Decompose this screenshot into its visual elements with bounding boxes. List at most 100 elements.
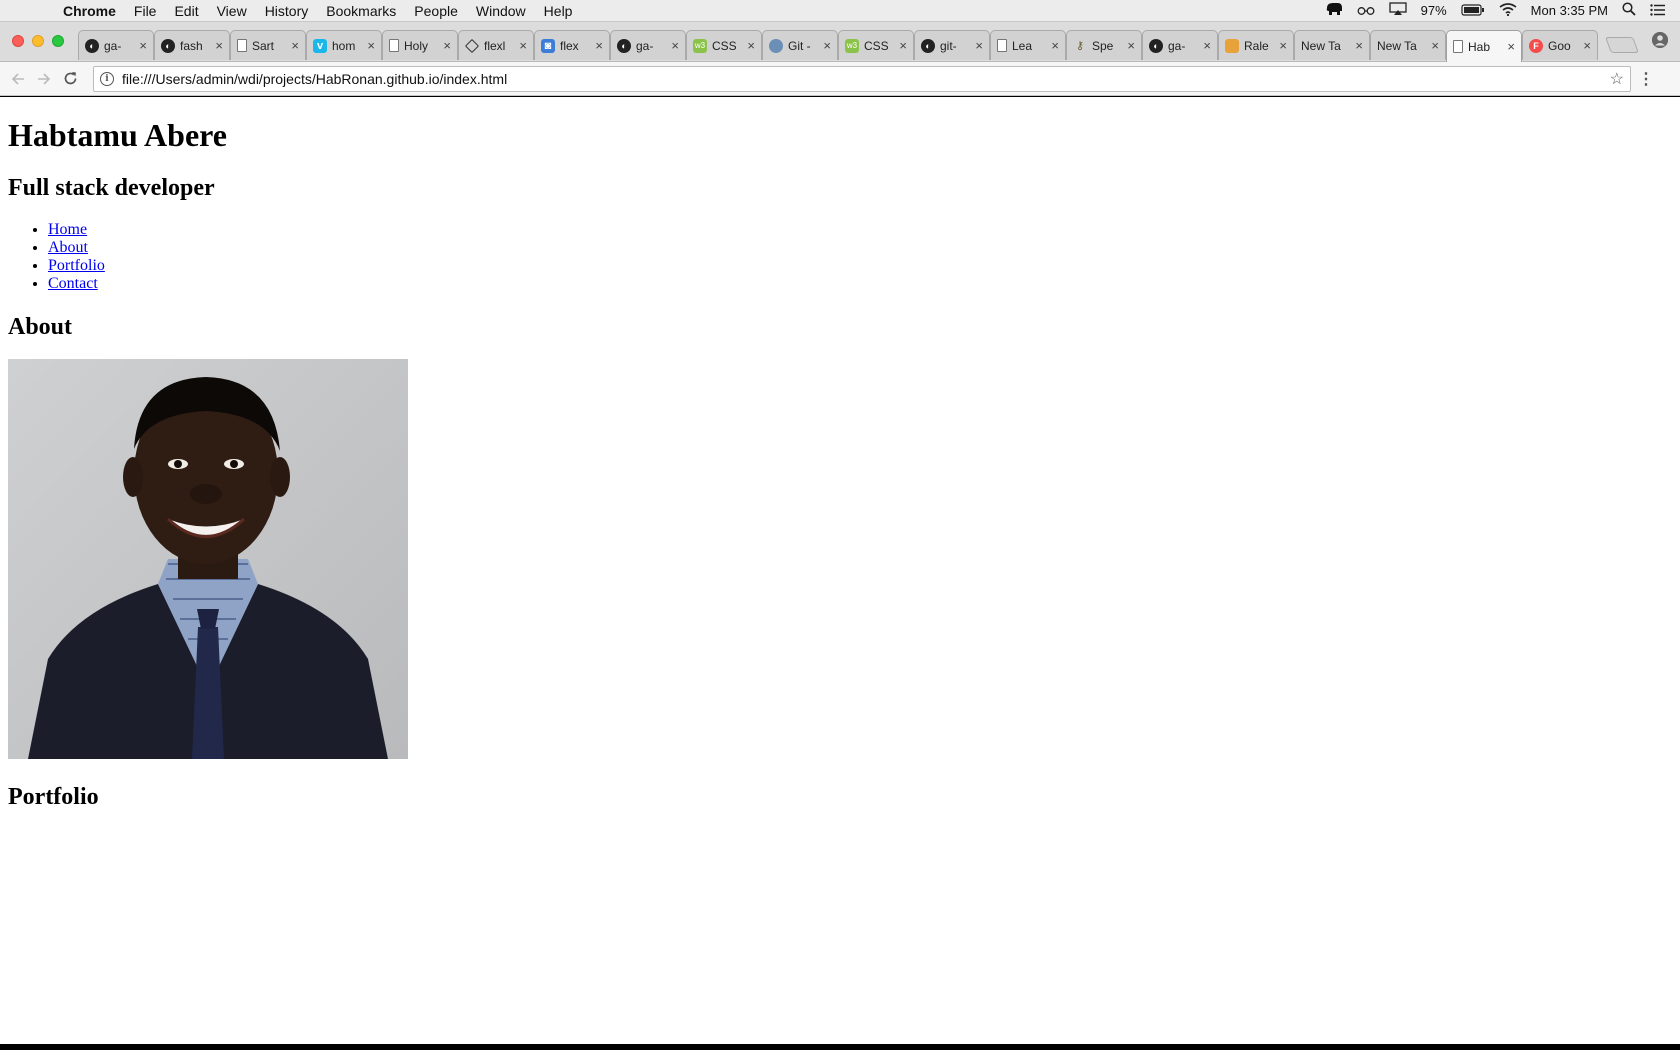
browser-tab[interactable]: Sart × (230, 30, 306, 60)
address-bar-url[interactable]: file:///Users/admin/wdi/projects/HabRona… (122, 71, 1610, 87)
about-heading: About (8, 314, 73, 340)
new-tab-button[interactable] (1605, 37, 1639, 53)
tab-title: Spe (1092, 38, 1114, 53)
github-icon: ◐ (85, 38, 99, 53)
tab-title: flex (560, 38, 579, 53)
menu-bookmarks[interactable]: Bookmarks (317, 0, 405, 22)
page-title: Habtamu Abere (8, 117, 227, 153)
tab-close-icon[interactable]: × (899, 38, 907, 53)
tab-title: New Ta (1377, 38, 1417, 53)
github-icon: ◐ (1149, 38, 1163, 53)
browser-tab[interactable]: New Ta × (1370, 30, 1446, 60)
macos-menu-bar: Chrome File Edit View History Bookmarks … (0, 0, 1680, 22)
browser-tab[interactable]: flexl × (458, 30, 534, 60)
browser-tab[interactable]: New Ta × (1294, 30, 1370, 60)
nav-link-contact[interactable]: Contact (48, 275, 98, 292)
menu-help[interactable]: Help (535, 0, 582, 22)
tab-close-icon[interactable]: × (291, 38, 299, 53)
menu-window[interactable]: Window (467, 0, 535, 22)
airplay-icon[interactable] (1388, 2, 1407, 19)
vimeo-icon: v (313, 38, 327, 53)
menu-view[interactable]: View (208, 0, 256, 22)
browser-tab[interactable]: Holy × (382, 30, 458, 60)
address-bar[interactable]: i file:///Users/admin/wdi/projects/HabRo… (93, 65, 1631, 92)
nav-link-portfolio[interactable]: Portfolio (48, 257, 105, 274)
nav-link-home[interactable]: Home (48, 221, 87, 238)
tab-close-icon[interactable]: × (1279, 38, 1287, 53)
w3c-icon: w3 (693, 38, 707, 53)
browser-tab[interactable]: ◐ ga- × (610, 30, 686, 60)
profile-photo (8, 359, 408, 759)
tab-close-icon[interactable]: × (671, 38, 679, 53)
wifi-icon[interactable] (1499, 2, 1517, 19)
tab-close-icon[interactable]: × (443, 38, 451, 53)
tab-close-icon[interactable]: × (975, 38, 983, 53)
browser-tab[interactable]: ◐ fash × (154, 30, 230, 60)
tab-close-icon[interactable]: × (1127, 38, 1135, 53)
tab-close-icon[interactable]: × (1355, 38, 1363, 53)
page-viewport: Habtamu Abere Full stack developer Home … (0, 97, 1680, 1044)
tab-close-icon[interactable]: × (519, 38, 527, 53)
tab-close-icon[interactable]: × (1051, 38, 1059, 53)
tab-close-icon[interactable]: × (1507, 39, 1515, 54)
codepen-icon (464, 38, 480, 53)
minimize-window-button[interactable] (32, 35, 44, 47)
browser-toolbar: i file:///Users/admin/wdi/projects/HabRo… (0, 62, 1680, 96)
menu-file[interactable]: File (125, 0, 166, 22)
forward-arrow-icon[interactable] (31, 66, 57, 92)
tab-close-icon[interactable]: × (215, 38, 223, 53)
back-arrow-icon[interactable] (5, 66, 31, 92)
browser-tab[interactable]: ⚷ Spe × (1066, 30, 1142, 60)
browser-tab[interactable]: Git - × (762, 30, 838, 60)
browser-tab[interactable]: F Goo × (1522, 30, 1598, 60)
chrome-menu-icon[interactable]: ⋮ (1631, 69, 1661, 89)
github-icon: ◐ (921, 38, 935, 53)
browser-tab[interactable]: ◐ git- × (914, 30, 990, 60)
key-icon: ⚷ (1075, 40, 1085, 52)
nav-link-about[interactable]: About (48, 239, 88, 256)
site-info-icon[interactable]: i (100, 71, 114, 86)
spotlight-search-icon[interactable] (1622, 2, 1636, 19)
bookmark-star-icon[interactable]: ☆ (1610, 69, 1624, 89)
tab-close-icon[interactable]: × (595, 38, 603, 53)
browser-tab[interactable]: w3 CSS × (686, 30, 762, 60)
menu-edit[interactable]: Edit (165, 0, 207, 22)
tab-title: Rale (1244, 38, 1269, 53)
tab-close-icon[interactable]: × (1431, 38, 1439, 53)
browser-tab[interactable]: ◐ ga- × (1142, 30, 1218, 60)
browser-tab[interactable]: ◐ ga- × (78, 30, 154, 60)
browser-tab[interactable]: Lea × (990, 30, 1066, 60)
tab-close-icon[interactable]: × (367, 38, 375, 53)
close-window-button[interactable] (12, 35, 24, 47)
database-icon (769, 38, 783, 53)
reload-icon[interactable] (57, 66, 83, 92)
fullscreen-window-button[interactable] (52, 35, 64, 47)
evernote-elephant-icon[interactable] (1325, 2, 1343, 19)
menu-history[interactable]: History (256, 0, 318, 22)
tab-active[interactable]: Hab × (1446, 30, 1522, 62)
notification-center-icon[interactable] (1650, 3, 1666, 19)
w3c-icon: w3 (845, 38, 859, 53)
browser-tab[interactable]: ◙ flex × (534, 30, 610, 60)
document-icon (237, 39, 247, 52)
glasses-icon[interactable] (1357, 3, 1375, 19)
tab-close-icon[interactable]: × (1203, 38, 1211, 53)
tab-close-icon[interactable]: × (139, 38, 147, 53)
tab-list: ◐ ga- × ◐ fash × Sart × v hom × Holy × flexl × ◙ flex × ◐ g… (78, 30, 1610, 62)
menubar-clock[interactable]: Mon 3:35 PM (1531, 3, 1608, 18)
battery-icon[interactable] (1461, 3, 1485, 19)
nav-item: Home (48, 221, 1672, 239)
status-area: 97% Mon 3:35 PM (1325, 2, 1680, 19)
tab-close-icon[interactable]: × (1583, 38, 1591, 53)
document-icon (389, 39, 399, 52)
github-icon: ◐ (161, 38, 175, 53)
profile-icon[interactable] (1652, 32, 1668, 48)
menu-people[interactable]: People (405, 0, 467, 22)
page-subtitle: Full stack developer (8, 175, 215, 201)
menu-app-chrome[interactable]: Chrome (54, 0, 125, 22)
tab-close-icon[interactable]: × (823, 38, 831, 53)
tab-close-icon[interactable]: × (747, 38, 755, 53)
browser-tab[interactable]: w3 CSS × (838, 30, 914, 60)
browser-tab[interactable]: v hom × (306, 30, 382, 60)
browser-tab[interactable]: Rale × (1218, 30, 1294, 60)
